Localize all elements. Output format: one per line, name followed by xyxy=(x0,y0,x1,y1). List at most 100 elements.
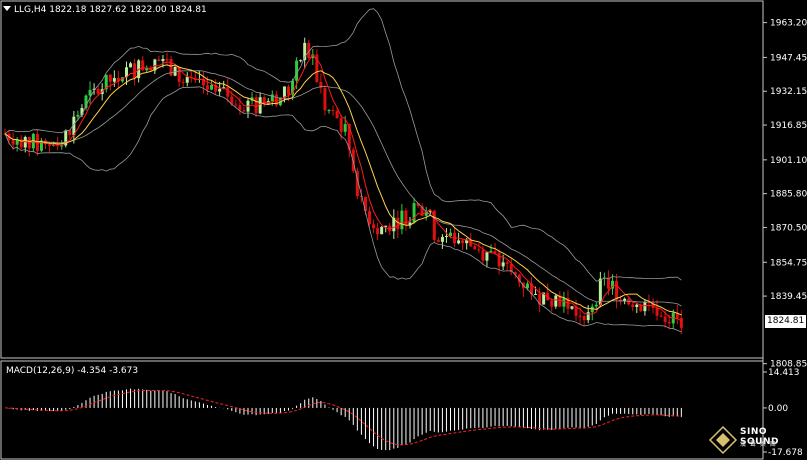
candle-body xyxy=(578,315,582,317)
candle-body xyxy=(570,306,574,309)
high-value: 1827.62 xyxy=(89,5,127,15)
candle-body xyxy=(376,228,380,235)
candle-body xyxy=(663,316,667,322)
candle-body xyxy=(485,252,489,261)
candle-body xyxy=(457,240,461,244)
candle-body xyxy=(76,114,80,117)
candle-body xyxy=(372,224,376,229)
macd-tick-label: 14.413 xyxy=(768,368,800,378)
candle-body xyxy=(615,280,619,300)
candle-body xyxy=(210,85,214,90)
candle-body xyxy=(598,278,602,305)
price-tick-label: 1901.10 xyxy=(770,156,807,166)
candle-body xyxy=(282,86,286,98)
candle-body xyxy=(635,304,639,308)
sino-sound-logo: SINO SOUND 漢 聲 集 團 xyxy=(706,423,806,459)
candle-body xyxy=(380,226,384,235)
close-value: 1824.81 xyxy=(169,5,207,15)
candle-body xyxy=(440,236,444,242)
candle-body xyxy=(206,85,209,90)
candle-body xyxy=(323,88,327,111)
candle-body xyxy=(108,74,112,82)
candle-body xyxy=(68,130,72,136)
candle-body xyxy=(112,78,116,82)
chart-frame: 1963.20 1947.45 1932.15 1916.85 1901.10 1885.… xyxy=(0,0,807,460)
candle-body xyxy=(48,144,52,146)
open-value: 1822.18 xyxy=(49,5,87,15)
candle-body xyxy=(287,86,290,95)
price-tick-label: 1916.85 xyxy=(770,121,807,131)
candle-body xyxy=(412,203,416,223)
candle-body xyxy=(497,252,501,267)
price-tick-label: 1870.50 xyxy=(770,223,807,233)
price-tick-label: 1885.80 xyxy=(770,190,807,200)
candle-body xyxy=(157,59,161,62)
candle-body xyxy=(534,293,538,295)
candle-body xyxy=(659,315,663,317)
candle-body xyxy=(481,250,485,261)
candle-body xyxy=(477,249,481,251)
candle-body xyxy=(339,118,343,132)
candle-body xyxy=(133,63,137,79)
candle-body xyxy=(11,140,15,145)
bollinger-lower-line xyxy=(4,86,682,333)
candle-body xyxy=(181,81,185,83)
macd-header: MACD(12,26,9) -4.354 -3.673 xyxy=(6,366,139,376)
candle-body xyxy=(554,295,558,307)
candle-body xyxy=(436,240,440,242)
candle-body xyxy=(461,240,465,244)
price-tick-label: 1963.20 xyxy=(770,19,807,29)
candle-body xyxy=(238,105,242,111)
candle-body xyxy=(550,300,554,307)
candle-body xyxy=(586,312,590,321)
ma-slow-line xyxy=(4,64,682,316)
candle-body xyxy=(295,60,299,81)
candle-body xyxy=(505,262,509,265)
candle-body xyxy=(473,246,477,250)
candle-body xyxy=(331,110,335,112)
candle-body xyxy=(594,304,598,307)
candle-body xyxy=(129,63,133,68)
candle-body xyxy=(141,60,145,71)
price-tick-label: 1839.45 xyxy=(770,292,807,302)
dropdown-triangle-icon[interactable] xyxy=(3,6,11,11)
logo-diamond-icon xyxy=(708,425,738,455)
candle-body xyxy=(396,217,400,230)
candle-body xyxy=(655,307,659,316)
candle-body xyxy=(631,304,635,308)
bollinger-middle-line xyxy=(4,70,682,307)
candle-body xyxy=(88,89,92,96)
chart-header: LLG,H4 1822.18 1827.62 1822.00 1824.81 xyxy=(3,5,207,15)
macd-plot xyxy=(4,388,682,451)
current-price-label: 1824.81 xyxy=(765,315,806,328)
candle-body xyxy=(343,124,347,132)
candle-body xyxy=(185,76,189,83)
price-plot xyxy=(3,8,683,335)
candle-body xyxy=(667,321,671,324)
candle-body xyxy=(400,210,404,230)
candle-body xyxy=(643,301,647,312)
symbol-label: LLG,H4 xyxy=(14,5,47,15)
candle-body xyxy=(525,283,529,289)
macd-tick-label: 0.00 xyxy=(768,404,788,414)
candle-body xyxy=(165,58,169,60)
candle-body xyxy=(218,88,222,92)
candle-body xyxy=(234,104,238,106)
price-tick-label: 1854.75 xyxy=(770,258,807,268)
price-tick-label: 1932.15 xyxy=(770,87,807,97)
candle-body xyxy=(161,58,165,62)
candle-body xyxy=(335,111,339,119)
logo-line2: 漢 聲 集 團 xyxy=(740,441,777,448)
candle-body xyxy=(319,82,323,89)
candle-body xyxy=(96,88,100,94)
candle-body xyxy=(242,110,246,112)
candle-body xyxy=(679,317,683,328)
low-value: 1822.00 xyxy=(129,5,167,15)
candle-body xyxy=(254,97,258,114)
bollinger-upper-line xyxy=(4,8,682,282)
candle-body xyxy=(493,251,497,253)
candle-body xyxy=(368,211,371,225)
candle-body xyxy=(449,232,452,236)
candle-body xyxy=(363,196,367,212)
candle-body xyxy=(582,315,586,321)
